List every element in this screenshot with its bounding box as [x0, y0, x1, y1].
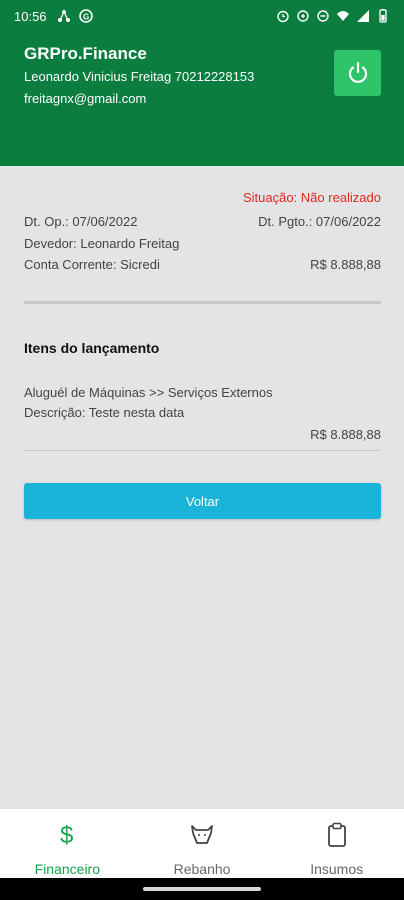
svg-text:$: $ [60, 822, 73, 848]
item-divider [24, 450, 381, 451]
home-gesture-handle[interactable] [143, 887, 261, 891]
wifi-icon [337, 11, 349, 21]
voltar-button[interactable]: Voltar [24, 483, 381, 519]
app-header: 10:56 G GRPro.Finance Leonardo Vinicius … [0, 0, 404, 166]
battery-icon [379, 9, 387, 23]
item-categoria: Aluguél de Máquinas >> Serviços Externos [24, 385, 273, 400]
item-descricao: Descrição: Teste nesta data [24, 405, 185, 420]
nav-label-financeiro: Financeiro [34, 861, 101, 877]
itens-section-title: Itens do lançamento [24, 340, 160, 356]
item-valor: R$ 8.888,88 [310, 427, 381, 442]
item-descricao-row: Descrição: Teste nesta data [24, 405, 381, 420]
data-operacao: Dt. Op.: 07/06/2022 [24, 214, 138, 229]
status-time: 10:56 [14, 8, 47, 24]
alarm-icon [277, 10, 289, 23]
power-icon [348, 61, 367, 83]
user-email: freitagnx@gmail.com [24, 91, 147, 106]
data-pagamento: Dt. Pgto.: 07/06/2022 [258, 214, 381, 229]
devedor: Devedor: Leonardo Freitag [24, 236, 180, 251]
system-gesture-bar [0, 878, 404, 900]
conta-corrente: Conta Corrente: Sicredi [24, 257, 160, 272]
status-situacao: Situação: Não realizado [242, 190, 381, 205]
svg-text:G: G [83, 13, 89, 22]
dates-row: Dt. Op.: 07/06/2022 Dt. Pgto.: 07/06/202… [24, 214, 381, 229]
app-notification-icon: G [78, 9, 93, 23]
conta-row: Conta Corrente: Sicredi R$ 8.888,88 [24, 257, 381, 272]
cow-icon [188, 821, 216, 849]
divider [24, 301, 381, 304]
data-saver-icon [297, 10, 309, 22]
app-title: GRPro.Finance [24, 44, 147, 63]
clipboard-icon [323, 821, 351, 849]
status-bar: 10:56 G [0, 0, 404, 32]
dollar-icon: $ [53, 821, 81, 849]
signal-icon [357, 10, 369, 22]
nav-rebanho[interactable]: Rebanho [135, 809, 270, 878]
item-categoria-row: Aluguél de Máquinas >> Serviços Externos [24, 385, 381, 400]
nav-insumos[interactable]: Insumos [269, 809, 404, 878]
devedor-row: Devedor: Leonardo Freitag [24, 236, 381, 251]
nav-label-rebanho: Rebanho [173, 861, 231, 877]
dnd-icon [317, 10, 329, 22]
logout-button[interactable] [334, 50, 381, 96]
user-name-cpf: Leonardo Vinicius Freitag 70212228153 [24, 69, 255, 84]
valor-total: R$ 8.888,88 [310, 257, 381, 272]
nav-label-insumos: Insumos [310, 861, 364, 877]
nav-financeiro[interactable]: $ Financeiro [0, 809, 135, 878]
network-share-icon [57, 10, 70, 22]
bottom-navigation: $ Financeiro Rebanho Insumos [0, 808, 404, 878]
